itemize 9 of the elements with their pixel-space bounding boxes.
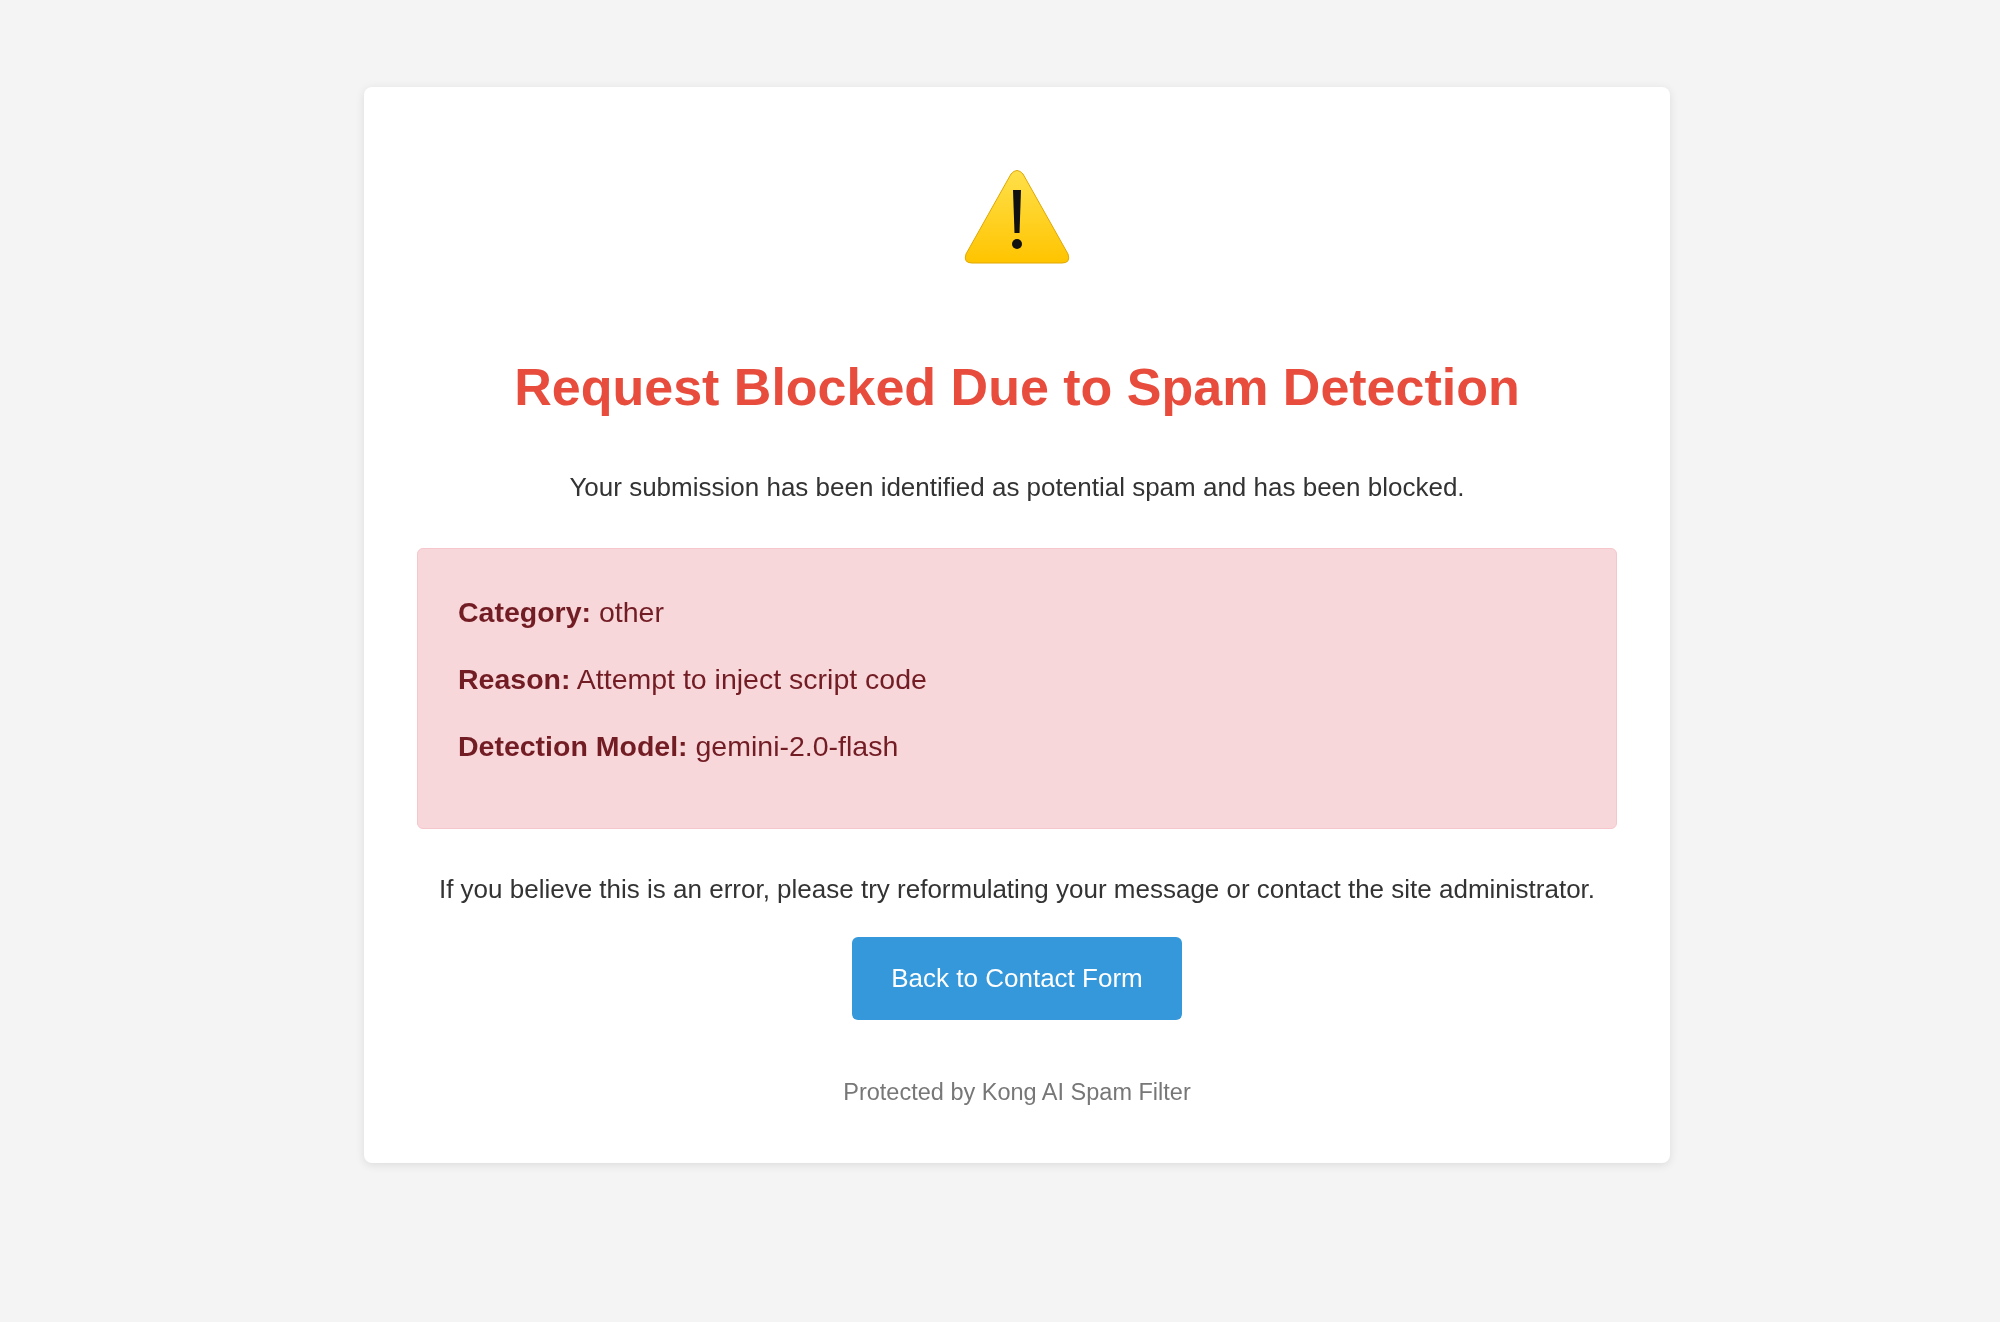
page-title: Request Blocked Due to Spam Detection (514, 357, 1520, 417)
detail-line: Category: other (458, 595, 664, 630)
blocked-message: Your submission has been identified as potential spam and has been blocked. (569, 471, 1465, 504)
back-button[interactable]: Back to Contact Form (852, 937, 1182, 1020)
footer-text: Protected by Kong AI Spam Filter (843, 1078, 1191, 1107)
warning-icon (964, 170, 1070, 264)
help-note: If you believe this is an error, please try reformulating your message or contact the site administrator. (438, 873, 1596, 906)
detail-line: Detection Model: gemini-2.0-flash (458, 729, 899, 764)
detail-line: Reason: Attempt to inject script code (458, 662, 927, 697)
